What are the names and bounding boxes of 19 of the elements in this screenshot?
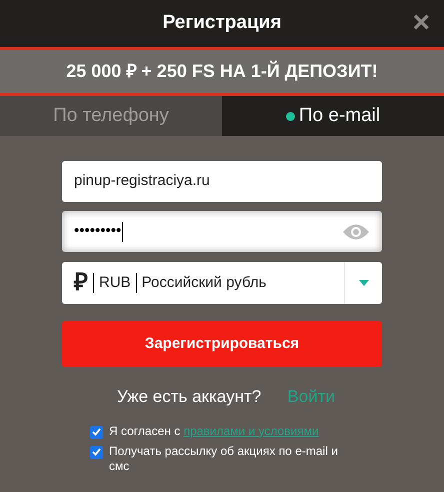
tab[interactable]: По e-mail xyxy=(222,96,444,136)
window-title: Регистрация xyxy=(162,11,282,36)
currency-name: Российский рубль xyxy=(142,272,266,293)
checkbox[interactable] xyxy=(90,426,103,438)
currency-select[interactable]: ₽ RUB Российский рубль xyxy=(62,262,382,304)
promo-text: 25 000 ₽ + 250 FS НА 1-Й ДЕПОЗИТ! xyxy=(66,60,378,83)
caret-icon xyxy=(358,280,368,286)
password-text: ••••••••• xyxy=(74,221,122,242)
checkbox[interactable] xyxy=(90,446,103,458)
consent-text: Я согласен с правилами и условиями xyxy=(109,424,319,438)
consent-text: Получать рассылку об акциях по e-mail и смс xyxy=(109,444,339,474)
tab[interactable]: По телефону xyxy=(0,96,222,136)
register-button[interactable]: Зарегистрироваться xyxy=(62,321,382,367)
account-question: Уже есть аккаунт? xyxy=(117,386,262,408)
password-field[interactable]: ••••••••• xyxy=(62,211,382,252)
email-field[interactable]: pinup-registraciya.ru xyxy=(62,161,382,202)
close-button[interactable]: × xyxy=(412,8,430,38)
ruble-symbol: ₽ xyxy=(74,268,88,298)
currency-code: RUB xyxy=(99,272,131,293)
